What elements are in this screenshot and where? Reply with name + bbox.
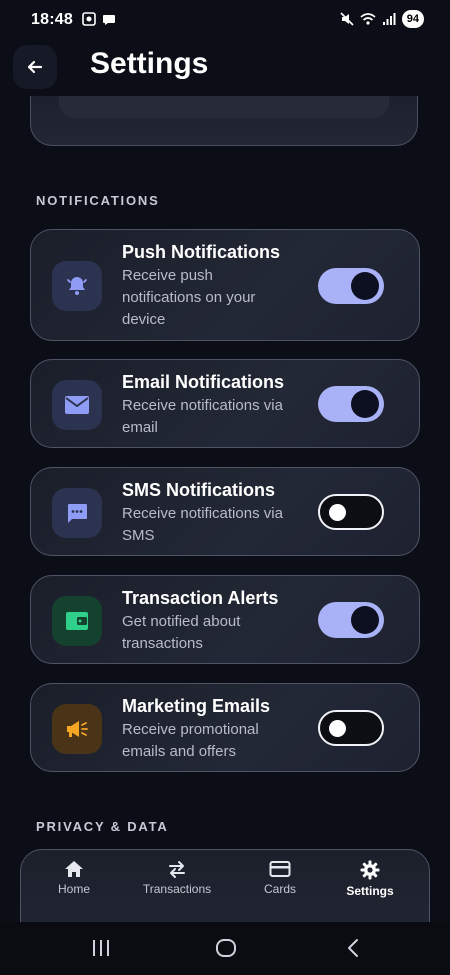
arrow-left-icon <box>27 60 43 74</box>
home-icon <box>65 861 83 877</box>
transaction-alerts-desc: Get notified about transactions <box>122 613 241 652</box>
status-bar: 18:48 94 <box>0 0 450 40</box>
marketing-emails-title: Marketing Emails <box>122 696 271 716</box>
back-button[interactable] <box>13 45 57 89</box>
toggle-knob <box>329 504 346 521</box>
nav-item-cards[interactable]: Cards <box>235 860 325 896</box>
email-notifications-toggle[interactable] <box>318 386 384 422</box>
transaction-alerts-card: Transaction Alerts Get notified about tr… <box>30 575 420 664</box>
transaction-alerts-toggle[interactable] <box>318 602 384 638</box>
card-icon <box>269 861 291 877</box>
toggle-knob <box>351 390 379 418</box>
nav-label-transactions: Transactions <box>142 882 212 896</box>
mute-icon <box>340 12 354 26</box>
transaction-alerts-title: Transaction Alerts <box>122 588 279 608</box>
status-system-icons: 94 <box>340 10 424 28</box>
transaction-icon-tile <box>52 596 102 646</box>
section-label-notifications: NOTIFICATIONS <box>36 193 160 208</box>
status-notification-icons <box>82 12 116 26</box>
nav-label-settings: Settings <box>346 884 394 898</box>
mail-icon <box>65 396 89 414</box>
push-icon-tile <box>52 261 102 311</box>
push-notifications-toggle[interactable] <box>318 268 384 304</box>
email-icon-tile <box>52 380 102 430</box>
chat-icon <box>103 15 115 25</box>
push-notifications-card: Push Notifications Receive push notifica… <box>30 229 420 341</box>
sms-notifications-desc: Receive notifications via SMS <box>122 505 283 544</box>
marketing-emails-card: Marketing Emails Receive promotional ema… <box>30 683 420 772</box>
nav-item-transactions[interactable]: Transactions <box>132 860 222 896</box>
wifi-icon <box>360 13 376 25</box>
message-icon <box>68 504 87 523</box>
section-label-privacy: PRIVACY & DATA <box>36 819 169 834</box>
marketing-emails-toggle[interactable] <box>318 710 384 746</box>
battery-indicator: 94 <box>401 10 424 28</box>
recent-apps-icon[interactable] <box>91 937 111 959</box>
sms-notifications-toggle[interactable] <box>318 494 384 530</box>
wallet-icon <box>66 612 88 630</box>
page-header: Settings <box>0 40 450 96</box>
system-navigation-bar <box>0 922 450 975</box>
signal-icon <box>382 13 396 25</box>
screen-record-icon <box>82 12 96 26</box>
back-system-icon[interactable] <box>344 937 362 959</box>
push-notifications-title: Push Notifications <box>122 242 281 262</box>
email-notifications-desc: Receive notifications via email <box>122 397 283 436</box>
marketing-emails-desc: Receive promotional emails and offers <box>122 721 259 760</box>
home-system-icon[interactable] <box>215 937 237 959</box>
page-title: Settings <box>90 47 209 80</box>
email-notifications-card: Email Notifications Receive notification… <box>30 359 420 448</box>
nav-label-cards: Cards <box>263 882 296 896</box>
swap-icon <box>169 861 185 878</box>
megaphone-icon <box>67 721 88 737</box>
toggle-knob <box>351 606 379 634</box>
toggle-knob <box>329 720 346 737</box>
toggle-knob <box>351 272 379 300</box>
gear-icon <box>360 860 380 880</box>
nav-label-home: Home <box>57 882 90 896</box>
nav-item-home[interactable]: Home <box>29 860 119 896</box>
marketing-icon-tile <box>52 704 102 754</box>
email-notifications-title: Email Notifications <box>122 372 285 392</box>
status-time: 18:48 <box>31 11 73 28</box>
nav-item-settings[interactable]: Settings <box>325 860 415 898</box>
sms-notifications-card: SMS Notifications Receive notifications … <box>30 467 420 556</box>
bell-icon <box>67 277 87 295</box>
sms-notifications-title: SMS Notifications <box>122 480 276 500</box>
push-notifications-desc: Receive push notifications on your devic… <box>122 267 256 328</box>
sms-icon-tile <box>52 488 102 538</box>
